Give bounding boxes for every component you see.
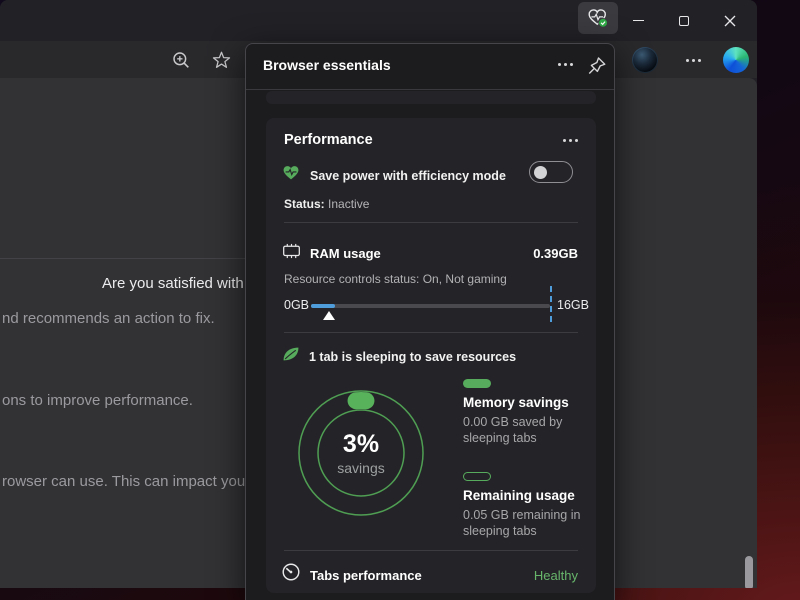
pin-icon (587, 56, 607, 76)
scrolled-card-edge (266, 91, 596, 104)
ellipsis-icon (554, 63, 576, 66)
minimize-icon (633, 20, 644, 22)
ram-slider-marker[interactable] (323, 311, 335, 320)
ram-slider[interactable] (311, 304, 550, 308)
page-divider (0, 258, 247, 259)
pin-button[interactable] (587, 56, 607, 76)
desktop: Are you satisfied with pe nd recommends … (0, 0, 800, 600)
slider-min-label: 0GB (284, 298, 309, 312)
close-icon (724, 15, 736, 27)
maximize-button[interactable] (661, 0, 707, 41)
minimize-button[interactable] (615, 0, 661, 41)
memory-savings-legend: Memory savings 0.00 GB saved by sleeping… (463, 379, 603, 446)
performance-more-button[interactable] (563, 139, 578, 142)
legend-desc: 0.05 GB remaining in (463, 507, 603, 523)
toggle-knob (534, 166, 547, 179)
resource-controls-status: Resource controls status: On, Not gaming (284, 272, 507, 286)
sleeping-tab-leaf-icon (282, 346, 300, 362)
ram-usage-value: 0.39GB (533, 246, 578, 261)
performance-heading: Performance (284, 132, 373, 148)
scrollbar-thumb[interactable] (745, 556, 753, 588)
page-text: Are you satisfied with pe (102, 275, 265, 292)
heart-pulse-icon (587, 8, 609, 28)
sleeping-tabs-label: 1 tab is sleeping to save resources (309, 350, 516, 364)
panel-more-button[interactable] (554, 63, 576, 73)
close-button[interactable] (707, 0, 753, 41)
star-icon (212, 51, 231, 70)
favorites-button[interactable] (209, 48, 233, 72)
magnifier-plus-icon (172, 51, 191, 70)
window-controls (615, 0, 753, 41)
efficiency-status: Status: Inactive (284, 197, 369, 211)
copilot-button[interactable] (723, 47, 749, 73)
legend-title: Remaining usage (463, 488, 603, 503)
savings-caption: savings (337, 460, 384, 476)
tabs-performance-status[interactable]: Healthy (534, 568, 578, 583)
tabs-performance-label: Tabs performance (310, 568, 422, 583)
savings-donut-chart: 3% savings (293, 385, 429, 521)
ram-usage-label: RAM usage (310, 246, 381, 261)
ellipsis-icon (686, 59, 701, 62)
outline-pill-icon (463, 472, 491, 481)
page-text: nd recommends an action to fix. (2, 310, 215, 327)
card-divider (284, 222, 578, 223)
browser-essentials-toolbar-button[interactable] (578, 2, 618, 34)
legend-title: Memory savings (463, 395, 603, 410)
browser-essentials-panel: Browser essentials Performance (245, 43, 615, 600)
donut-center-text: 3% savings (293, 385, 429, 521)
ram-slider-fill (311, 304, 335, 308)
settings-more-button[interactable] (681, 48, 705, 72)
efficiency-heart-icon (282, 164, 300, 181)
slider-max-label: 16GB (557, 298, 589, 312)
panel-header: Browser essentials (246, 44, 614, 89)
performance-card: Performance Save power with efficiency m… (266, 118, 596, 593)
titlebar (0, 0, 757, 41)
ram-chip-icon (282, 243, 301, 259)
legend-desc: sleeping tabs (463, 430, 603, 446)
efficiency-mode-toggle[interactable] (529, 161, 573, 183)
page-text: ons to improve performance. (2, 392, 193, 409)
gauge-icon (281, 562, 301, 582)
profile-avatar[interactable] (632, 47, 658, 73)
card-divider (284, 550, 578, 551)
remaining-usage-legend: Remaining usage 0.05 GB remaining in sle… (463, 472, 603, 539)
zoom-button[interactable] (169, 48, 193, 72)
maximize-icon (679, 16, 689, 26)
savings-percent: 3% (343, 430, 379, 459)
ram-limit-line (550, 286, 552, 322)
filled-pill-icon (463, 379, 491, 388)
panel-divider (246, 89, 614, 90)
efficiency-mode-label: Save power with efficiency mode (310, 169, 506, 183)
ellipsis-icon (563, 139, 578, 142)
panel-title: Browser essentials (263, 57, 391, 73)
legend-desc: sleeping tabs (463, 523, 603, 539)
card-divider (284, 332, 578, 333)
legend-desc: 0.00 GB saved by (463, 414, 603, 430)
